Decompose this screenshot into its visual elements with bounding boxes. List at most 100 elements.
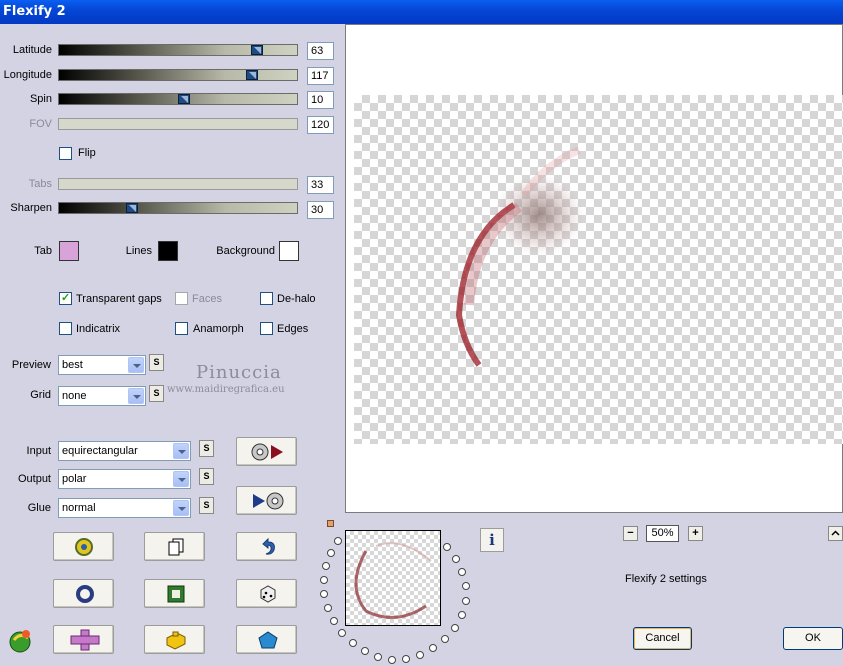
rotation-dot[interactable] bbox=[462, 582, 470, 590]
chevron-down-icon[interactable] bbox=[173, 471, 189, 487]
rotation-dot[interactable] bbox=[443, 543, 451, 551]
rotation-dot[interactable] bbox=[327, 549, 335, 557]
spin-value[interactable]: 10 bbox=[307, 91, 334, 109]
longitude-slider[interactable] bbox=[58, 69, 298, 81]
rotation-dot[interactable] bbox=[361, 647, 369, 655]
tab-color-swatch[interactable] bbox=[59, 241, 79, 261]
input-select-value: equirectangular bbox=[62, 445, 138, 457]
spin-slider-thumb[interactable] bbox=[178, 94, 190, 104]
rotation-dot[interactable] bbox=[416, 651, 424, 659]
rotation-dot[interactable] bbox=[322, 562, 330, 570]
cancel-button[interactable]: Cancel bbox=[633, 627, 692, 650]
background-color-swatch[interactable] bbox=[279, 241, 299, 261]
transparent-gaps-checkbox[interactable]: ✓ bbox=[59, 292, 72, 305]
rotation-dot[interactable] bbox=[452, 555, 460, 563]
rotation-dot[interactable] bbox=[374, 653, 382, 661]
rotation-dot[interactable] bbox=[320, 576, 328, 584]
zoom-in-button[interactable]: + bbox=[688, 526, 703, 541]
rotation-dot[interactable] bbox=[334, 537, 342, 545]
input-label: Input bbox=[26, 445, 51, 457]
edges-checkbox[interactable] bbox=[260, 322, 273, 335]
indicatrix-checkbox[interactable] bbox=[59, 322, 72, 335]
preview-pane[interactable] bbox=[345, 24, 843, 513]
rotation-dot[interactable] bbox=[462, 597, 470, 605]
randomize-button[interactable] bbox=[53, 532, 114, 561]
latitude-slider[interactable] bbox=[58, 44, 298, 56]
rotation-dot[interactable] bbox=[349, 639, 357, 647]
frame-icon bbox=[166, 585, 186, 606]
rotation-dot[interactable] bbox=[458, 568, 466, 576]
ring-button[interactable] bbox=[53, 579, 114, 608]
sharpen-slider-thumb[interactable] bbox=[126, 203, 138, 213]
puzzle-button[interactable] bbox=[144, 625, 205, 654]
anamorph-label: Anamorph bbox=[193, 323, 244, 335]
collapse-button[interactable] bbox=[828, 526, 843, 541]
rotation-dot[interactable] bbox=[388, 656, 396, 664]
preview-label: Preview bbox=[11, 359, 51, 371]
rotation-dot[interactable] bbox=[338, 629, 346, 637]
rotation-dot[interactable] bbox=[402, 655, 410, 663]
chevron-up-icon bbox=[831, 530, 840, 536]
glue-label: Glue bbox=[27, 502, 51, 514]
output-select[interactable]: polar bbox=[58, 469, 191, 489]
de-halo-checkbox[interactable] bbox=[260, 292, 273, 305]
copy-button[interactable] bbox=[144, 532, 205, 561]
input-save-button[interactable]: S bbox=[199, 440, 214, 457]
longitude-value[interactable]: 117 bbox=[307, 67, 334, 85]
chevron-down-icon[interactable] bbox=[173, 443, 189, 459]
latitude-value[interactable]: 63 bbox=[307, 42, 334, 60]
settings-label: Flexify 2 settings bbox=[625, 573, 707, 585]
info-button[interactable]: i bbox=[480, 528, 504, 552]
load-preset-button[interactable] bbox=[236, 437, 297, 466]
tabs-label: Tabs bbox=[28, 178, 52, 190]
sharpen-value[interactable]: 30 bbox=[307, 201, 334, 219]
dice-button[interactable] bbox=[236, 579, 297, 608]
glue-select[interactable]: normal bbox=[58, 498, 191, 518]
sharpen-slider[interactable] bbox=[58, 202, 298, 214]
fov-label: FOV bbox=[29, 118, 52, 130]
tabs-slider bbox=[58, 178, 298, 190]
indicatrix-label: Indicatrix bbox=[76, 323, 121, 335]
chevron-down-icon[interactable] bbox=[128, 388, 144, 404]
preview-save-button[interactable]: S bbox=[149, 354, 164, 371]
save-preset-button[interactable] bbox=[236, 486, 297, 515]
frame-button[interactable] bbox=[144, 579, 205, 608]
rotation-dot[interactable] bbox=[330, 617, 338, 625]
flip-checkbox[interactable] bbox=[59, 147, 72, 160]
spin-slider[interactable] bbox=[58, 93, 298, 105]
thumbnail-image bbox=[354, 542, 432, 619]
rotation-dot[interactable] bbox=[324, 604, 332, 612]
glue-save-button[interactable]: S bbox=[199, 497, 214, 514]
longitude-label: Longitude bbox=[3, 69, 52, 81]
anamorph-checkbox[interactable] bbox=[175, 322, 188, 335]
watermark-url: www.maidiregrafica.eu bbox=[167, 384, 285, 395]
undo-button[interactable] bbox=[236, 532, 297, 561]
cross-button[interactable] bbox=[53, 625, 114, 654]
latitude-slider-thumb[interactable] bbox=[251, 45, 263, 55]
chevron-down-icon[interactable] bbox=[173, 500, 189, 516]
lines-color-label: Lines bbox=[125, 245, 152, 257]
rotation-dot[interactable] bbox=[458, 611, 466, 619]
output-save-button[interactable]: S bbox=[199, 468, 214, 485]
rotation-dot[interactable] bbox=[429, 644, 437, 652]
latitude-label: Latitude bbox=[12, 44, 52, 56]
rotation-dot[interactable] bbox=[320, 590, 328, 598]
pentagon-button[interactable] bbox=[236, 625, 297, 654]
disc-play-icon bbox=[251, 443, 285, 464]
preview-select[interactable]: best bbox=[58, 355, 146, 375]
sharpen-label: Sharpen bbox=[10, 202, 52, 214]
thumbnail-navigator[interactable] bbox=[345, 530, 441, 626]
thumbnail-handle[interactable] bbox=[327, 520, 334, 527]
preview-canvas[interactable] bbox=[354, 95, 843, 444]
rotation-dot[interactable] bbox=[441, 635, 449, 643]
zoom-out-button[interactable]: − bbox=[623, 526, 638, 541]
ok-button[interactable]: OK bbox=[783, 627, 843, 650]
chevron-down-icon[interactable] bbox=[128, 357, 144, 373]
longitude-slider-thumb[interactable] bbox=[246, 70, 258, 80]
lines-color-swatch[interactable] bbox=[158, 241, 178, 261]
grid-save-button[interactable]: S bbox=[149, 385, 164, 402]
grid-select[interactable]: none bbox=[58, 386, 146, 406]
input-select[interactable]: equirectangular bbox=[58, 441, 191, 461]
window-title: Flexify 2 bbox=[3, 4, 66, 19]
rotation-dot[interactable] bbox=[451, 624, 459, 632]
